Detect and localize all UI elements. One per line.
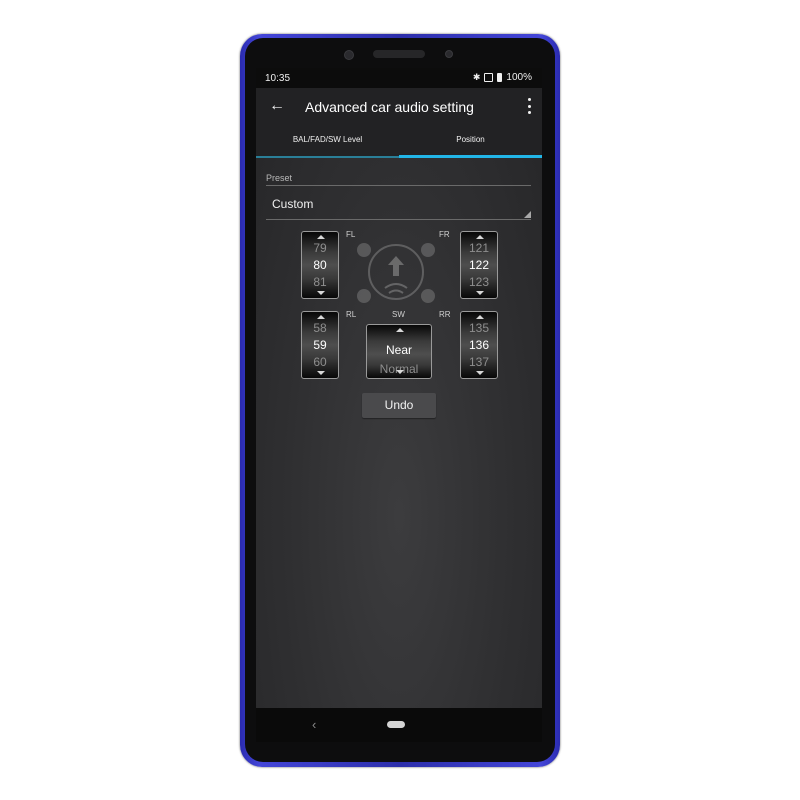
overflow-menu-icon[interactable] xyxy=(526,98,532,114)
front-camera-icon xyxy=(344,50,354,60)
battery-icon xyxy=(497,73,503,82)
bluetooth-icon: ✱ xyxy=(472,72,481,82)
preset-value: Custom xyxy=(272,197,314,211)
channel-label-rl: RL xyxy=(346,310,357,319)
dropdown-caret-icon xyxy=(524,211,531,218)
picker-next-value: 123 xyxy=(468,275,490,289)
fl-position-picker[interactable]: 79 80 81 xyxy=(301,231,339,299)
picker-prev-value: 121 xyxy=(468,241,490,255)
picker-current-value: 122 xyxy=(468,258,490,272)
battery-level: 100% xyxy=(506,72,532,83)
chevron-down-icon[interactable] xyxy=(476,291,484,295)
channel-label-fl: FL xyxy=(346,230,356,239)
rr-position-picker[interactable]: 135 136 137 xyxy=(460,311,498,379)
sensor-icon xyxy=(445,50,453,58)
chevron-down-icon[interactable] xyxy=(476,371,484,375)
preset-label: Preset xyxy=(266,173,293,183)
preset-dropdown[interactable]: Custom xyxy=(266,192,531,220)
app-screen: 10:35 ✱ 100% ← Advanced car audio settin… xyxy=(256,68,542,708)
chevron-down-icon[interactable] xyxy=(317,291,325,295)
tab-position[interactable]: Position xyxy=(399,126,542,158)
chevron-up-icon[interactable] xyxy=(317,315,325,319)
tab-bal-fad-sw-level[interactable]: BAL/FAD/SW Level xyxy=(256,126,399,158)
picker-current-value: 136 xyxy=(468,338,490,352)
tab-indicator-selected xyxy=(399,155,542,158)
status-time: 10:35 xyxy=(265,73,291,84)
nav-home-pill-icon[interactable] xyxy=(387,721,405,728)
vibrate-icon xyxy=(484,73,494,82)
tab-label: BAL/FAD/SW Level xyxy=(292,135,363,144)
preset-divider xyxy=(266,185,531,186)
app-bar: ← Advanced car audio setting xyxy=(256,88,542,126)
system-nav-bar: ‹ xyxy=(256,708,542,742)
rl-position-picker[interactable]: 58 59 60 xyxy=(301,311,339,379)
status-bar: 10:35 ✱ 100% xyxy=(256,68,542,88)
channel-label-rr: RR xyxy=(439,310,451,319)
car-speaker-diagram xyxy=(357,243,435,303)
picker-prev-value: 79 xyxy=(313,241,327,255)
dropdown-underline xyxy=(266,219,531,220)
sw-position-picker[interactable]: Near Normal xyxy=(366,324,432,379)
picker-prev-value: 135 xyxy=(468,321,490,335)
tab-indicator xyxy=(256,156,399,158)
status-icons: ✱ 100% xyxy=(473,72,532,83)
page-title: Advanced car audio setting xyxy=(305,99,474,115)
chevron-up-icon[interactable] xyxy=(476,315,484,319)
picker-next-value: 81 xyxy=(313,275,327,289)
undo-button[interactable]: Undo xyxy=(362,393,436,418)
chevron-up-icon[interactable] xyxy=(476,235,484,239)
picker-current-value: 80 xyxy=(313,258,327,272)
chevron-down-icon[interactable] xyxy=(317,371,325,375)
nav-back-icon[interactable]: ‹ xyxy=(312,717,316,732)
channel-label-sw: SW xyxy=(392,310,405,319)
chevron-up-icon[interactable] xyxy=(317,235,325,239)
chevron-down-icon[interactable] xyxy=(396,370,404,374)
picker-prev-value: 58 xyxy=(313,321,327,335)
channel-label-fr: FR xyxy=(439,230,450,239)
fr-position-picker[interactable]: 121 122 123 xyxy=(460,231,498,299)
back-arrow-icon[interactable]: ← xyxy=(267,96,287,116)
picker-next-value: 137 xyxy=(468,355,490,369)
earpiece-speaker xyxy=(373,50,425,58)
tab-label: Position xyxy=(456,135,485,144)
picker-next-value: 60 xyxy=(313,355,327,369)
chevron-up-icon[interactable] xyxy=(396,328,404,332)
picker-current-value: Near xyxy=(385,343,412,357)
tab-bar: BAL/FAD/SW Level Position xyxy=(256,126,542,158)
picker-current-value: 59 xyxy=(313,338,327,352)
